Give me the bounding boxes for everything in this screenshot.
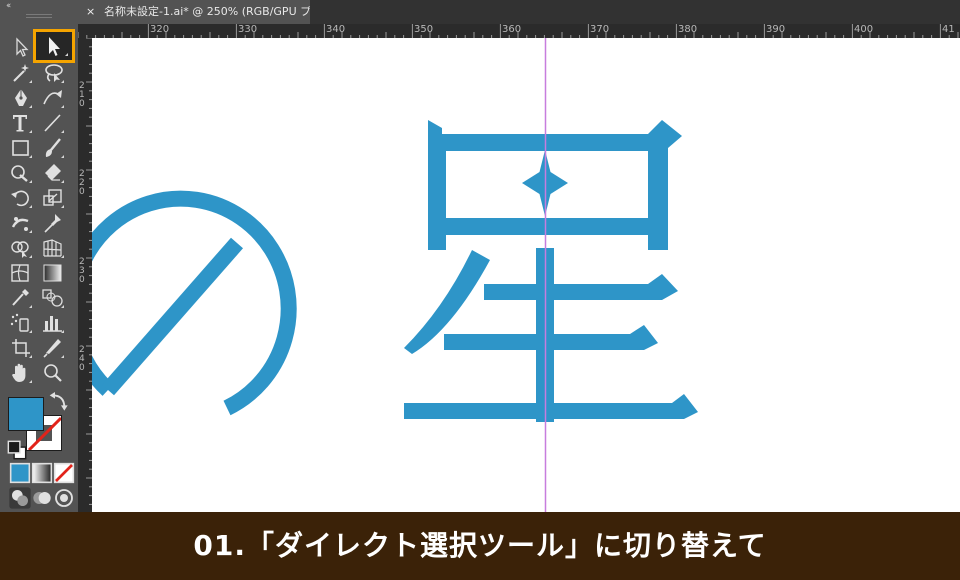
gradient-tool[interactable] [40, 261, 66, 285]
line-segment-icon [44, 114, 61, 132]
draw-behind-button[interactable] [29, 486, 51, 504]
rectangle-icon [12, 140, 29, 156]
perspective-grid-tool[interactable] [40, 236, 66, 260]
rectangle-tool[interactable] [8, 136, 34, 160]
ruler-label: 370 [590, 24, 610, 35]
none-square-icon [53, 462, 75, 484]
column-graph-icon [43, 316, 62, 332]
vertical-ruler[interactable]: 210 220 230 240 [78, 38, 92, 512]
slice-tool[interactable] [40, 336, 66, 360]
ruler-label: 230 [79, 257, 85, 285]
ruler-label: 220 [79, 169, 85, 197]
tools-panel: ‹‹ [0, 0, 78, 512]
glyph-hoshi-outline[interactable] [404, 120, 698, 422]
ruler-label: 210 [79, 81, 85, 109]
ruler-label: 340 [326, 24, 346, 35]
hand-tool[interactable] [8, 361, 34, 385]
glyph-no-outline[interactable] [92, 190, 297, 416]
direct-selection-tool[interactable] [33, 29, 75, 63]
ruler-label: 390 [766, 24, 786, 35]
ruler-label: 320 [150, 24, 170, 35]
shape-builder-tool[interactable] [8, 236, 34, 260]
magic-wand-tool[interactable] [8, 61, 34, 85]
type-t-icon [13, 115, 27, 132]
artboard-tool[interactable] [8, 336, 34, 360]
hand-icon [12, 363, 26, 382]
perspective-grid-icon [43, 239, 62, 257]
lasso-tool[interactable] [40, 61, 66, 85]
type-tool[interactable] [8, 111, 34, 135]
ruler-label: 360 [502, 24, 522, 35]
collapse-panel-icon[interactable]: ‹‹ [6, 1, 11, 11]
shape-builder-icon [11, 241, 29, 258]
ruler-label: 400 [854, 24, 874, 35]
symbol-sprayer-tool[interactable] [8, 311, 34, 335]
swap-fill-stroke-icon[interactable] [46, 390, 68, 411]
eyedropper-tool[interactable] [8, 286, 34, 310]
shaper-tool[interactable] [8, 161, 34, 185]
gradient-mode-button[interactable] [29, 461, 53, 484]
blend-icon [42, 289, 63, 307]
scale-tool[interactable] [40, 186, 66, 210]
artwork [92, 38, 698, 512]
selection-arrow-icon [16, 37, 29, 57]
ruler-label: 41 [942, 24, 955, 35]
lasso-icon [45, 64, 63, 82]
puppet-warp-icon [11, 217, 29, 231]
draw-inside-icon [55, 489, 73, 507]
pen-tool[interactable] [8, 86, 34, 110]
caption-text: 01.「ダイレクト選択ツール」に切り替えて [193, 529, 767, 562]
panel-grip[interactable] [26, 14, 52, 18]
none-mode-button[interactable] [51, 461, 75, 484]
gradient-icon [43, 264, 62, 282]
mesh-tool[interactable] [8, 261, 34, 285]
ruler-label: 330 [238, 24, 258, 35]
ruler-label: 350 [414, 24, 434, 35]
artboard-icon [12, 339, 30, 357]
line-segment-tool[interactable] [40, 111, 66, 135]
direct-selection-arrow-icon [49, 37, 68, 56]
symbol-sprayer-icon [10, 313, 29, 332]
eyedropper-icon [12, 289, 29, 306]
default-fill-stroke-icon[interactable] [4, 438, 27, 460]
magic-wand-icon [13, 64, 29, 82]
column-graph-tool[interactable] [40, 311, 66, 335]
magnifier-icon [44, 364, 62, 382]
caption-banner: 01.「ダイレクト選択ツール」に切り替えて [0, 512, 960, 580]
rotate-icon [11, 190, 29, 207]
slice-knife-icon [43, 339, 61, 358]
ruler-label: 380 [678, 24, 698, 35]
curvature-pen-icon [43, 90, 62, 105]
blend-tool[interactable] [40, 286, 66, 310]
zoom-tool[interactable] [40, 361, 66, 385]
artboard-canvas[interactable] [92, 38, 960, 512]
pen-nib-icon [15, 89, 27, 106]
curvature-tool[interactable] [40, 86, 66, 110]
eraser-icon [45, 164, 61, 181]
rotate-tool[interactable] [8, 186, 34, 210]
mesh-icon [11, 264, 29, 282]
paintbrush-icon [45, 138, 61, 157]
color-mode-button[interactable] [7, 461, 31, 484]
document-tab[interactable]: × 名称未設定-1.ai* @ 250% (RGB/GPU プレビュー) [78, 0, 310, 24]
ruler-label: 240 [79, 345, 85, 373]
close-tab-icon[interactable]: × [86, 0, 98, 24]
draw-inside-button[interactable] [51, 486, 73, 507]
puppet-warp-tool[interactable] [8, 211, 34, 235]
selection-tool[interactable] [8, 35, 34, 59]
shaper-icon [11, 165, 28, 182]
pin-tool[interactable] [40, 211, 66, 235]
fill-swatch[interactable] [8, 397, 44, 431]
draw-normal-button[interactable] [7, 486, 31, 509]
scale-icon [43, 189, 62, 206]
pin-icon [44, 214, 61, 233]
document-title: 名称未設定-1.ai* @ 250% (RGB/GPU プレビュー) [104, 5, 310, 18]
horizontal-ruler[interactable]: 320 330 340 350 360 370 380 390 400 41 [78, 24, 960, 38]
paintbrush-tool[interactable] [40, 136, 66, 160]
eraser-tool[interactable] [40, 161, 66, 185]
